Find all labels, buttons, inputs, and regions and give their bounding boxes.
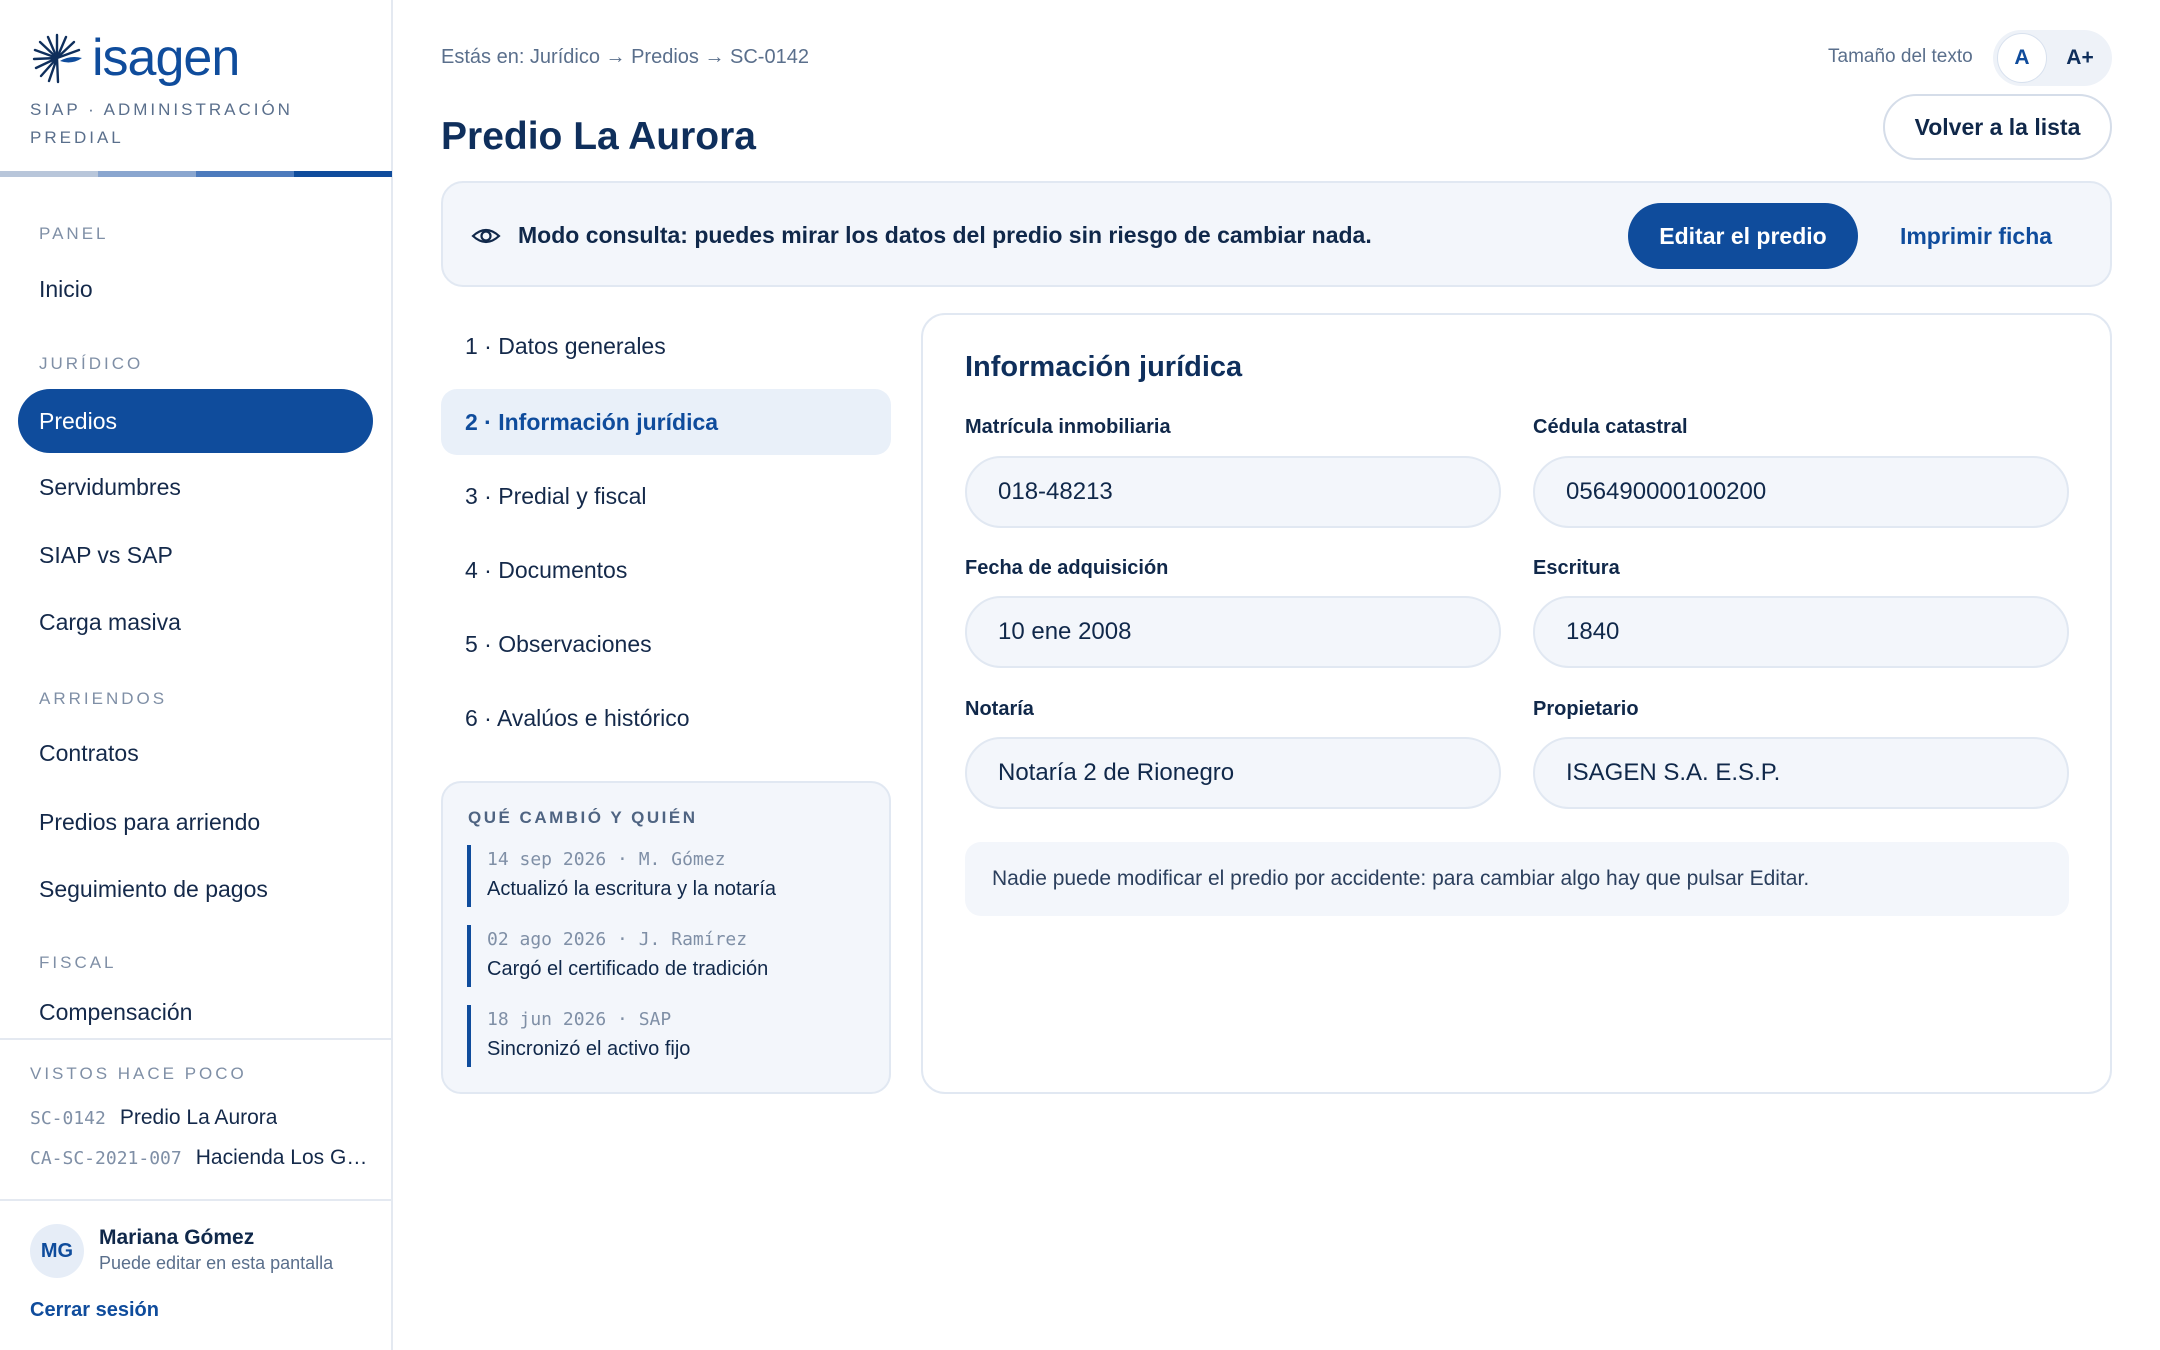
history-entry-meta: 14 sep 2026 · M. Gómez: [487, 849, 726, 870]
user-panel: MG Mariana Gómez Puede editar en esta pa…: [0, 1199, 392, 1350]
avatar: MG: [30, 1224, 84, 1278]
sidebar-item-siap-vs-sap[interactable]: SIAP vs SAP: [18, 523, 373, 587]
sidebar-item-predios[interactable]: Predios: [18, 389, 373, 453]
edit-property-button[interactable]: Editar el predio: [1628, 203, 1858, 269]
recent-item[interactable]: SC-0142 Predio La Aurora: [30, 1106, 370, 1130]
history-entry-description: Cargó el certificado de tradición: [487, 958, 769, 980]
step-observaciones[interactable]: 5 · Observaciones: [441, 611, 891, 677]
recent-item[interactable]: CA-SC-2021-007 Hacienda Los Gu...: [30, 1146, 370, 1170]
step-predial-y-fiscal[interactable]: 3 · Predial y fiscal: [441, 463, 891, 529]
step-informacion-juridica[interactable]: 2 · Información jurídica: [441, 389, 891, 455]
legal-info-title: Información jurídica: [965, 351, 1243, 383]
stripe-segment: [98, 171, 196, 177]
change-history-title: QUÉ CAMBIÓ Y QUIÉN: [468, 808, 698, 827]
notaria-field: Notaría 2 de Rionegro: [965, 737, 1501, 809]
legal-info-card: Información jurídica Matrícula inmobilia…: [921, 313, 2112, 1094]
sidebar-item-carga-masiva[interactable]: Carga masiva: [18, 590, 373, 654]
field-label-matricula: Matrícula inmobiliaria: [965, 416, 1171, 438]
sidebar-item-predios-para-arriendo[interactable]: Predios para arriendo: [18, 790, 373, 854]
brand-name: isagen: [92, 29, 240, 87]
history-entry: 14 sep 2026 · M. Gómez Actualizó la escr…: [467, 845, 867, 907]
field-label-propietario: Propietario: [1533, 698, 1639, 720]
breadcrumb: Estás en: Jurídico → Predios → SC-0142: [441, 46, 809, 68]
sidebar-item-compensacion[interactable]: Compensación: [18, 988, 373, 1036]
sidebar: isagen SIAP · ADMINISTRACIÓN PREDIAL PAN…: [0, 0, 393, 1350]
cedula-catastral-field: 056490000100200: [1533, 456, 2069, 528]
brand-subtitle: SIAP · ADMINISTRACIÓN PREDIAL: [30, 100, 293, 147]
print-sheet-button[interactable]: Imprimir ficha: [1881, 203, 2071, 269]
nav-section-juridico: JURÍDICO: [39, 354, 144, 373]
recent-item-code: SC-0142: [30, 1108, 106, 1129]
history-entry-description: Sincronizó el activo fijo: [487, 1038, 691, 1060]
sidebar-item-inicio[interactable]: Inicio: [18, 257, 373, 321]
step-datos-generales[interactable]: 1 · Datos generales: [441, 313, 891, 379]
sidebar-item-contratos[interactable]: Contratos: [18, 721, 373, 785]
field-label-cedula-catastral: Cédula catastral: [1533, 416, 1688, 438]
nav-section-arriendos: ARRIENDOS: [39, 689, 168, 708]
isagen-logo-icon: [32, 33, 82, 84]
stripe-segment: [294, 171, 392, 177]
step-avaluos-e-historico[interactable]: 6 · Avalúos e histórico: [441, 685, 891, 751]
history-entry-description: Actualizó la escritura y la notaría: [487, 878, 777, 900]
brand[interactable]: isagen: [30, 28, 240, 88]
eye-icon: [471, 228, 501, 244]
propietario-field: ISAGEN S.A. E.S.P.: [1533, 737, 2069, 809]
recent-views-title: VISTOS HACE POCO: [30, 1064, 247, 1083]
field-label-fecha-adquisicion: Fecha de adquisición: [965, 557, 1169, 579]
text-size-normal-button[interactable]: A: [1997, 33, 2047, 83]
field-label-escritura: Escritura: [1533, 557, 1620, 579]
sidebar-item-servidumbres[interactable]: Servidumbres: [18, 455, 373, 519]
brand-stripe: [0, 171, 392, 177]
recent-views: VISTOS HACE POCO SC-0142 Predio La Auror…: [0, 1038, 392, 1169]
history-entry: 02 ago 2026 · J. Ramírez Cargó el certif…: [467, 925, 867, 987]
read-only-note: Nadie puede modificar el predio por acci…: [965, 842, 2069, 916]
back-to-list-button[interactable]: Volver a la lista: [1883, 94, 2112, 160]
view-mode-banner: Modo consulta: puedes mirar los datos de…: [441, 181, 2112, 287]
recent-item-name: Hacienda Los Gu...: [195, 1146, 370, 1169]
nav-section-fiscal: FISCAL: [39, 953, 117, 972]
logout-link[interactable]: Cerrar sesión: [30, 1299, 159, 1322]
history-entry-meta: 02 ago 2026 · J. Ramírez: [487, 929, 748, 950]
nav-section-panel: PANEL: [39, 224, 109, 243]
matricula-field: 018-48213: [965, 456, 1501, 528]
stripe-segment: [196, 171, 294, 177]
text-size-large-button[interactable]: A+: [2055, 33, 2105, 83]
stripe-segment: [0, 171, 98, 177]
text-size-label: Tamaño del texto: [1828, 46, 1973, 67]
recent-item-name: Predio La Aurora: [119, 1106, 278, 1129]
view-mode-text: Modo consulta: puedes mirar los datos de…: [518, 222, 1372, 248]
sidebar-item-seguimiento-de-pagos[interactable]: Seguimiento de pagos: [18, 857, 373, 921]
recent-item-code: CA-SC-2021-007: [30, 1148, 182, 1169]
fecha-adquisicion-field: 10 ene 2008: [965, 596, 1501, 668]
text-size-toggle: A A+: [1993, 30, 2112, 86]
user-name: Mariana Gómez: [99, 1226, 255, 1249]
history-entry-meta: 18 jun 2026 · SAP: [487, 1009, 672, 1030]
change-history: QUÉ CAMBIÓ Y QUIÉN 14 sep 2026 · M. Góme…: [441, 781, 891, 1094]
user-role: Puede editar en esta pantalla: [99, 1253, 334, 1273]
page-title: Predio La Aurora: [441, 115, 756, 158]
step-documentos[interactable]: 4 · Documentos: [441, 537, 891, 603]
field-label-notaria: Notaría: [965, 698, 1034, 720]
escritura-field: 1840: [1533, 596, 2069, 668]
history-entry: 18 jun 2026 · SAP Sincronizó el activo f…: [467, 1005, 867, 1067]
